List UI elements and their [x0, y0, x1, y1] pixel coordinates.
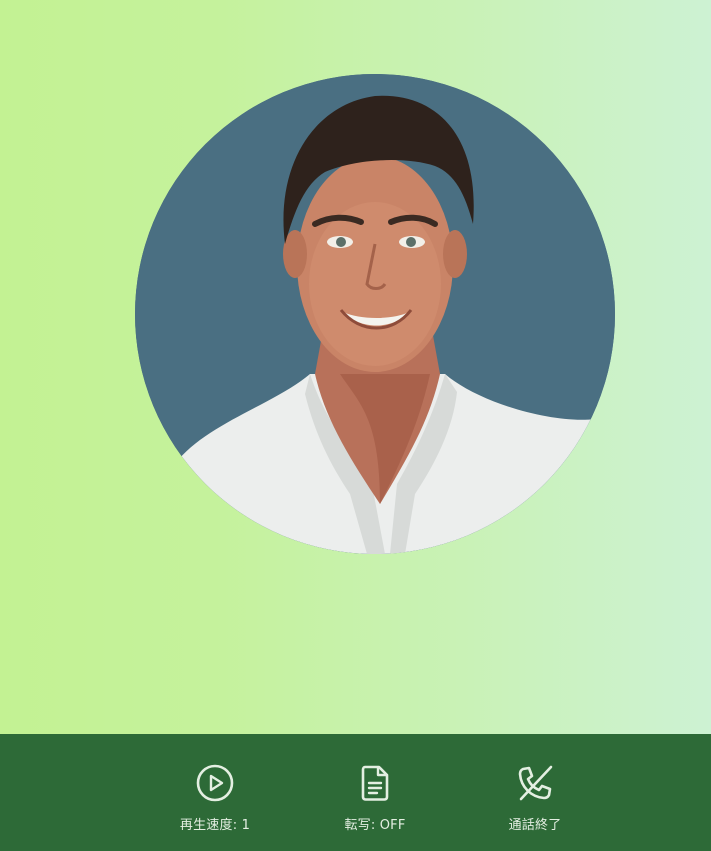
- avatar-portrait: [135, 74, 615, 554]
- transcript-toggle-button[interactable]: 転写: OFF: [315, 762, 435, 833]
- play-circle-icon: [194, 762, 236, 804]
- end-call-label: 通話終了: [508, 818, 562, 833]
- call-stage: [0, 0, 711, 734]
- document-icon: [354, 762, 396, 804]
- end-call-button[interactable]: 通話終了: [475, 762, 595, 833]
- transcript-label: 転写: OFF: [344, 818, 406, 833]
- phone-off-icon: [514, 762, 556, 804]
- playback-speed-button[interactable]: 再生速度: 1: [155, 762, 275, 833]
- call-controls-bar: 再生速度: 1 転写: OFF 通話終了: [0, 734, 711, 851]
- playback-speed-label: 再生速度: 1: [179, 818, 251, 833]
- avatar: [135, 74, 615, 554]
